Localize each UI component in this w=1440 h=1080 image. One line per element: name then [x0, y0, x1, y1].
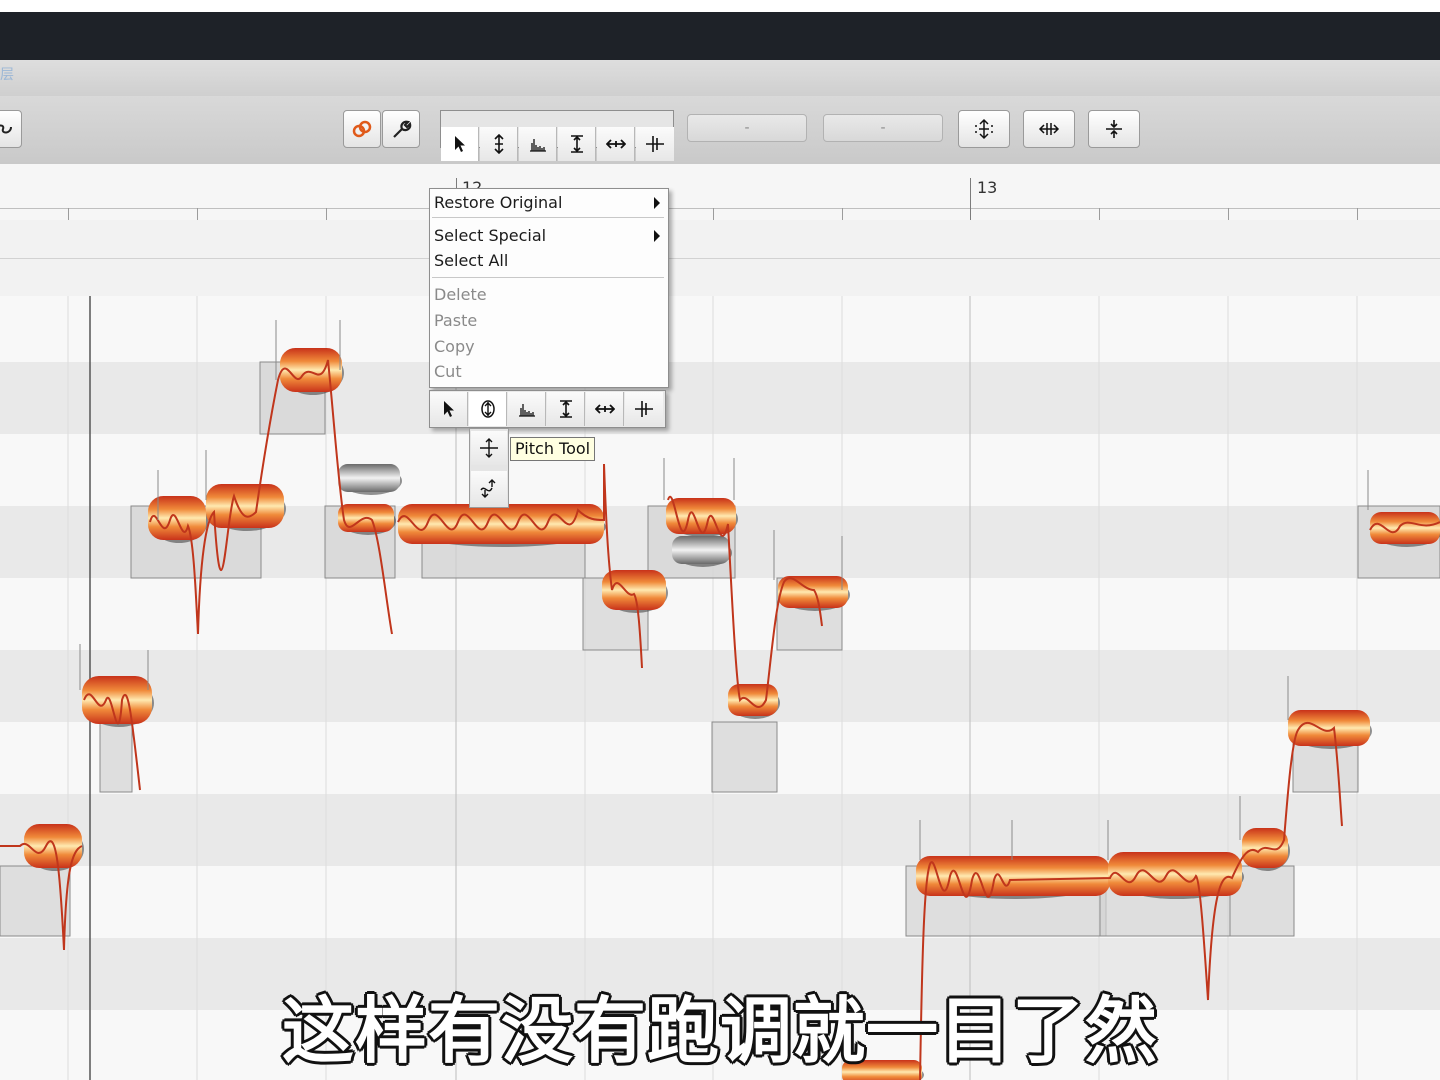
- note-blob[interactable]: [728, 684, 778, 716]
- formant-icon: [529, 139, 546, 152]
- tooltip-pitch-tool: Pitch Tool: [510, 437, 596, 461]
- time-field[interactable]: -: [823, 114, 943, 142]
- popup-time-tool[interactable]: [586, 392, 624, 426]
- popup-formant-tool[interactable]: [508, 392, 546, 426]
- macro-icon: [352, 120, 372, 138]
- bar-number-13: 13: [977, 178, 998, 197]
- amplitude-tool[interactable]: [558, 127, 596, 161]
- note-blob[interactable]: [206, 484, 284, 528]
- popup-amplitude-tool[interactable]: [547, 392, 585, 426]
- pitch-move-icon: [480, 438, 498, 458]
- pitch-grid[interactable]: [0, 296, 1440, 1080]
- menu-item-copy[interactable]: Copy: [434, 335, 475, 359]
- note-blob[interactable]: [672, 536, 730, 564]
- popup-pointer-tool[interactable]: [430, 392, 468, 426]
- quantize-pitch-icon: [975, 118, 993, 140]
- note-blob[interactable]: [1108, 852, 1242, 896]
- pointer-icon: [443, 401, 454, 417]
- time-tool[interactable]: [597, 127, 635, 161]
- note-blob[interactable]: [1370, 512, 1440, 544]
- pitch-drift-icon: [480, 479, 496, 498]
- note-box[interactable]: [99, 721, 133, 793]
- amplitude-icon: [559, 400, 572, 418]
- pitch-move-tool[interactable]: [471, 431, 507, 465]
- macro-button[interactable]: [343, 110, 381, 148]
- center-pitch-button[interactable]: [1088, 110, 1140, 148]
- wrench-icon: [393, 120, 412, 138]
- note-box[interactable]: [711, 721, 778, 793]
- popup-tool-bar: [429, 390, 666, 428]
- note-blob[interactable]: [24, 824, 82, 868]
- menu-item-restore-original[interactable]: Restore Original: [434, 191, 562, 215]
- submenu-arrow-icon: [654, 230, 660, 242]
- pitch-tool[interactable]: [480, 127, 518, 161]
- note-editor[interactable]: [0, 296, 1440, 1080]
- pitch-drift-tool[interactable]: [471, 471, 507, 505]
- pitch-lane-dark: [0, 650, 1440, 722]
- timeline-ruler[interactable]: 12 13: [0, 164, 1440, 221]
- pitch-tool-icon: [493, 134, 504, 154]
- pointer-icon: [454, 136, 465, 152]
- pitch-field[interactable]: -: [687, 114, 807, 142]
- pitch-tool-icon: [480, 400, 495, 418]
- menu-item-select-special[interactable]: Select Special: [434, 224, 546, 248]
- overview-lane: [0, 220, 1440, 297]
- video-subtitle: 这样有没有跑调就一目了然: [281, 989, 1158, 1073]
- side-label: 层: [0, 67, 14, 83]
- submenu-arrow-icon: [654, 197, 660, 209]
- formant-icon: [518, 404, 535, 417]
- menu-item-select-all[interactable]: Select All: [434, 249, 508, 273]
- separation-icon: [646, 136, 664, 152]
- menu-item-cut[interactable]: Cut: [434, 360, 462, 384]
- wrench-button[interactable]: [382, 110, 420, 148]
- center-pitch-icon: [1106, 120, 1122, 138]
- quantize-time-button[interactable]: [1023, 110, 1075, 148]
- note-blob[interactable]: [778, 576, 848, 608]
- formant-tool[interactable]: [519, 127, 557, 161]
- note-blob[interactable]: [338, 464, 400, 492]
- toolbar: - -: [0, 96, 1440, 166]
- amplitude-icon: [570, 135, 583, 153]
- separation-icon: [635, 401, 653, 417]
- menu-strip: 层: [0, 60, 1440, 97]
- quantize-pitch-button[interactable]: [958, 110, 1010, 148]
- note-blob[interactable]: [82, 676, 152, 724]
- menu-item-paste[interactable]: Paste: [434, 309, 477, 333]
- context-menu: Restore Original Select Special Select A…: [429, 188, 669, 388]
- popup-pitch-tool[interactable]: [469, 392, 507, 426]
- popup-separation-tool[interactable]: [625, 392, 663, 426]
- quantize-time-icon: [1038, 123, 1060, 135]
- pointer-tool[interactable]: [441, 127, 479, 161]
- time-tool-icon: [605, 139, 626, 149]
- pitch-lane-dark: [0, 362, 1440, 434]
- note-blob[interactable]: [398, 504, 604, 544]
- pitch-tool-submenu: [469, 428, 509, 508]
- menu-item-delete[interactable]: Delete: [434, 283, 487, 307]
- title-bar: [0, 0, 1440, 60]
- link-icon[interactable]: [0, 110, 22, 148]
- time-tool-icon: [594, 404, 615, 414]
- separation-tool[interactable]: [636, 127, 674, 161]
- tool-group: [440, 110, 674, 161]
